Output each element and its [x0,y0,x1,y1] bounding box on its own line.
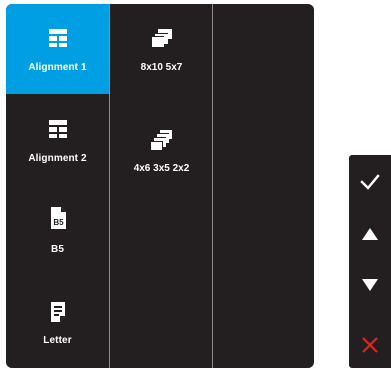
svg-text:B5: B5 [53,218,64,227]
alignment-icon [6,28,109,50]
navigation-bar [349,155,391,368]
menu-item-alignment-1[interactable]: Alignment 1 [6,4,109,94]
menu-item-label: B5 [51,244,64,255]
stacked-frames-icon [110,28,213,50]
submenu-item-8x10-5x7[interactable]: 8x10 5x7 [110,4,213,94]
menu-item-b5[interactable]: B5 B5 [6,186,109,276]
up-arrow-icon [361,227,379,241]
confirm-button[interactable] [349,162,391,202]
menu-item-label: Alignment 1 [28,62,87,73]
alignment-icon [6,119,109,141]
menu-item-label: Letter [43,335,72,346]
menu-item-letter[interactable]: Letter [6,277,109,367]
close-button[interactable] [349,325,391,365]
close-x-icon [361,336,379,354]
submenu-item-4x6-3x5-2x2[interactable]: 4x6 3x5 2x2 [110,105,213,195]
menu-panel: Alignment 1 Alignment 2 B5 B5 Letter 8x1… [6,4,314,368]
submenu-item-label: 8x10 5x7 [140,62,183,73]
down-button[interactable] [349,265,391,305]
document-b5-icon: B5 [6,206,109,232]
confirm-check-icon [360,174,380,190]
menu-item-alignment-2[interactable]: Alignment 2 [6,95,109,185]
menu-item-label: Alignment 2 [28,153,87,164]
submenu-item-label: 4x6 3x5 2x2 [133,163,190,174]
stacked-frames-icon [110,129,213,151]
document-letter-icon [6,301,109,323]
up-button[interactable] [349,214,391,254]
down-arrow-icon [361,278,379,292]
